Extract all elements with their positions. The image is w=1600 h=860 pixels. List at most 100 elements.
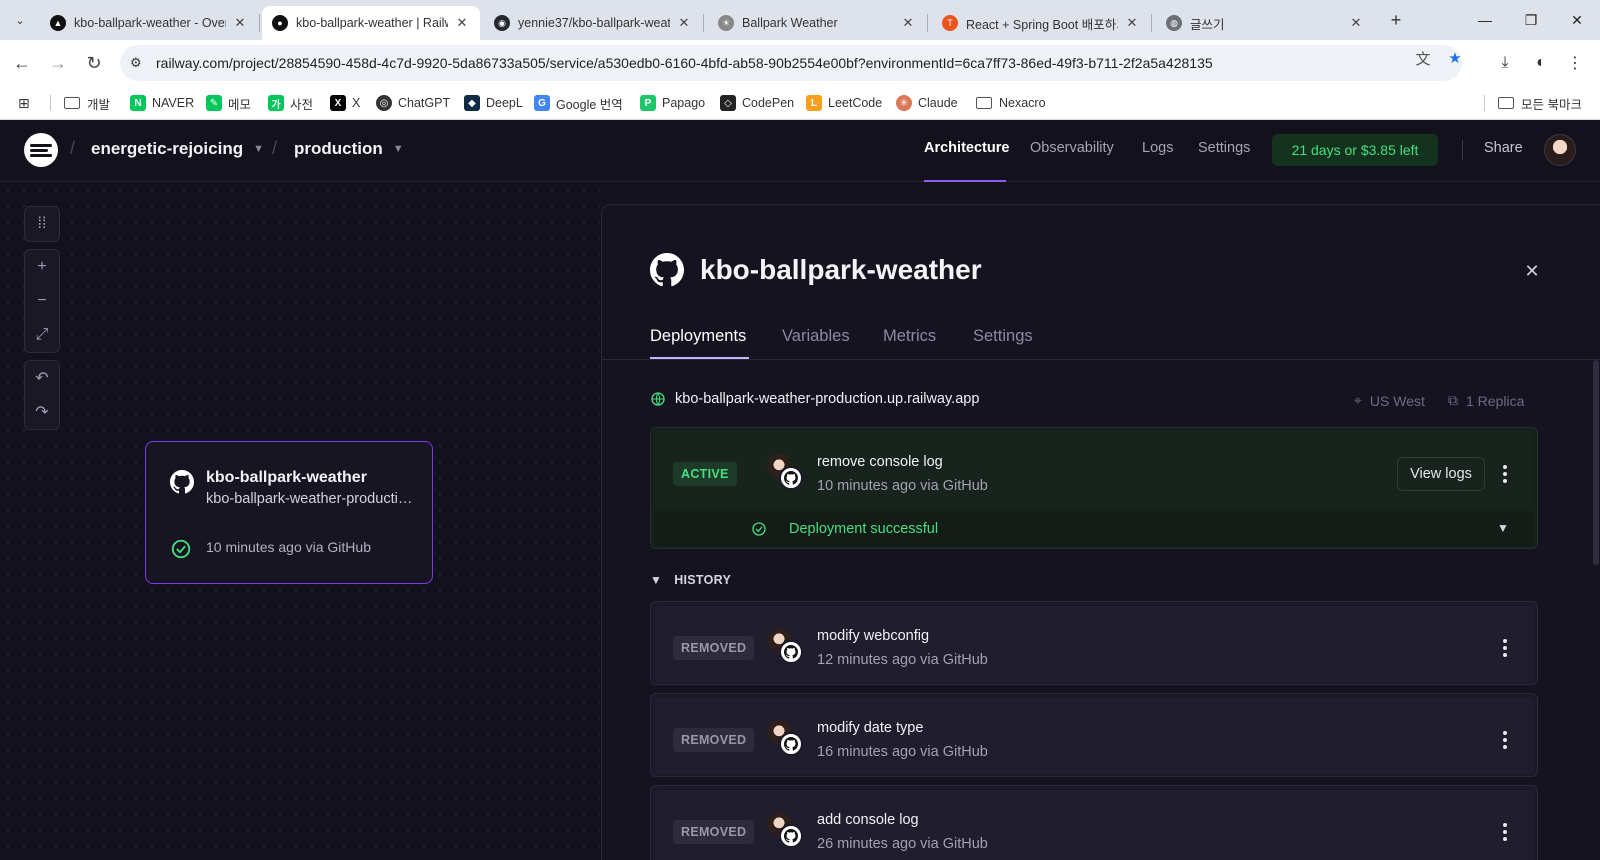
more-options-icon[interactable]	[1495, 460, 1515, 488]
bookmark-x[interactable]: XX	[330, 93, 360, 113]
github-icon	[779, 466, 803, 490]
active-deployment-card[interactable]: ACTIVE remove console log 10 minutes ago…	[650, 427, 1538, 549]
github-icon	[779, 640, 803, 664]
apps-grid-icon[interactable]: ⊞	[18, 93, 30, 113]
google-translate-icon: G	[534, 95, 550, 111]
railway-icon: ●	[272, 15, 288, 31]
forward-arrow-icon[interactable]: →	[45, 50, 71, 76]
history-deployment-card[interactable]: REMOVED modify date type 16 minutes ago …	[650, 693, 1538, 777]
bookmark-dev[interactable]: 개발	[64, 93, 110, 113]
all-bookmarks[interactable]: 모든 북마크	[1498, 93, 1582, 113]
commit-time: 16 minutes ago via GitHub	[817, 744, 988, 760]
reload-icon[interactable]: ↻	[81, 50, 107, 76]
site-settings-icon[interactable]: ⚙	[130, 55, 150, 71]
project-name: energetic-rejoicing	[91, 139, 244, 158]
bookmark-separator	[1484, 95, 1485, 111]
address-bar[interactable]: ⚙	[120, 45, 1462, 81]
back-arrow-icon[interactable]: ←	[9, 50, 35, 76]
grid-dots-icon[interactable]: ⁞⁞	[25, 207, 59, 241]
close-tab-icon[interactable]: ✕	[232, 15, 248, 31]
location-pin-icon: ⌖	[1354, 392, 1362, 408]
tab-search-chevron-icon[interactable]: ⌄	[8, 8, 32, 32]
service-card[interactable]: kbo-ballpark-weather kbo-ballpark-weathe…	[145, 441, 433, 584]
translate-icon[interactable]: 文	[1412, 47, 1434, 69]
history-deployment-card[interactable]: REMOVED modify webconfig 12 minutes ago …	[650, 601, 1538, 685]
bookmark-star-icon[interactable]: ★	[1444, 47, 1466, 69]
minimize-icon[interactable]: —	[1462, 0, 1508, 40]
bookmark-claude[interactable]: ✳ Claude	[896, 93, 958, 113]
undo-icon[interactable]: ↶	[25, 361, 59, 395]
tab-metrics[interactable]: Metrics	[883, 327, 936, 346]
deployment-status-row[interactable]: Deployment successful ▼	[655, 512, 1533, 546]
bookmark-nexacro[interactable]: Nexacro	[976, 93, 1046, 113]
zoom-in-icon[interactable]: +	[25, 250, 59, 284]
history-deployment-card[interactable]: REMOVED add console log 26 minutes ago v…	[650, 785, 1538, 860]
bookmark-memo[interactable]: ✎ 메모	[206, 93, 251, 113]
bookmark-dictionary[interactable]: 가 사전	[268, 93, 313, 113]
history-toggle[interactable]: ▼ HISTORY	[650, 573, 731, 587]
restore-icon[interactable]: ❐	[1508, 0, 1554, 40]
bookmark-label: Claude	[918, 96, 958, 110]
browser-tab-1[interactable]: ▲ kbo-ballpark-weather - Overview ✕	[40, 6, 258, 40]
browser-tab-6[interactable]: ◍ 글쓰기 ✕	[1156, 6, 1374, 40]
profile-icon[interactable]: ◐	[1528, 50, 1554, 76]
close-tab-icon[interactable]: ✕	[454, 15, 470, 31]
bookmark-papago[interactable]: P Papago	[640, 93, 705, 113]
service-detail-panel: kbo-ballpark-weather ✕ Deployments Varia…	[601, 204, 1600, 860]
service-domain-link[interactable]: kbo-ballpark-weather-production.up.railw…	[650, 391, 979, 407]
close-tab-icon[interactable]: ✕	[1124, 15, 1140, 31]
browser-tab-5[interactable]: T React + Spring Boot 배포하기 ✕	[932, 6, 1150, 40]
bookmark-deepl[interactable]: ◆ DeepL	[464, 93, 523, 113]
service-domain: kbo-ballpark-weather-production.up.railw…	[206, 491, 416, 507]
bookmark-leetcode[interactable]: L LeetCode	[806, 93, 882, 113]
download-icon[interactable]: ⤓	[1492, 50, 1518, 76]
browser-tab-3[interactable]: ◉ yennie37/kbo-ballpark-weather ✕	[484, 6, 702, 40]
new-tab-plus-icon[interactable]: +	[1384, 8, 1408, 32]
browser-tab-2[interactable]: ● kbo-ballpark-weather | Railway ✕	[262, 6, 480, 40]
tab-deployments[interactable]: Deployments	[650, 327, 746, 346]
zoom-out-icon[interactable]: −	[25, 284, 59, 318]
tabs-divider	[602, 359, 1600, 360]
app-header: / energetic-rejoicing ▼ / production ▼ A…	[0, 120, 1600, 182]
url-input[interactable]	[156, 55, 1386, 71]
more-options-icon[interactable]	[1495, 634, 1515, 662]
github-icon: ◉	[494, 15, 510, 31]
tab-variables[interactable]: Variables	[782, 327, 850, 346]
bookmark-google-translate[interactable]: G Google 번역	[534, 93, 623, 113]
tab-settings[interactable]: Settings	[973, 327, 1033, 346]
user-avatar[interactable]	[1544, 134, 1576, 166]
panel-scrollbar[interactable]	[1593, 360, 1599, 565]
trial-badge[interactable]: 21 days or $3.85 left	[1272, 134, 1438, 166]
share-button[interactable]: Share	[1484, 140, 1523, 156]
bookmark-naver[interactable]: N NAVER	[130, 93, 194, 113]
bookmark-chatgpt[interactable]: ◎ ChatGPT	[376, 93, 450, 113]
commit-time: 10 minutes ago via GitHub	[817, 478, 988, 494]
browser-tab-4[interactable]: ☀ Ballpark Weather ✕	[708, 6, 926, 40]
bookmark-codepen[interactable]: ◇ CodePen	[720, 93, 794, 113]
close-tab-icon[interactable]: ✕	[676, 15, 692, 31]
x-icon: X	[330, 95, 346, 111]
chevron-down-icon[interactable]: ▼	[1497, 521, 1509, 535]
window-close-icon[interactable]: ✕	[1554, 0, 1600, 40]
nav-architecture[interactable]: Architecture	[924, 140, 1009, 156]
menu-kebab-icon[interactable]: ⋮	[1562, 50, 1588, 76]
railway-logo-icon[interactable]	[24, 133, 58, 167]
close-tab-icon[interactable]: ✕	[1348, 15, 1364, 31]
project-selector[interactable]: energetic-rejoicing ▼	[91, 139, 264, 159]
nav-logs[interactable]: Logs	[1142, 140, 1173, 156]
environment-selector[interactable]: production ▼	[294, 139, 404, 159]
nav-settings[interactable]: Settings	[1198, 140, 1250, 156]
close-tab-icon[interactable]: ✕	[900, 15, 916, 31]
fit-view-icon[interactable]: ⤢	[25, 318, 59, 352]
view-logs-button[interactable]: View logs	[1397, 457, 1485, 491]
nav-observability[interactable]: Observability	[1030, 140, 1114, 156]
close-panel-icon[interactable]: ✕	[1522, 261, 1542, 281]
more-options-icon[interactable]	[1495, 726, 1515, 754]
tab-title: 글쓰기	[1190, 17, 1225, 32]
redo-icon[interactable]: ↷	[25, 395, 59, 429]
tab-title: kbo-ballpark-weather - Overview	[74, 16, 226, 30]
canvas-grid-toolgroup: ⁞⁞	[24, 206, 60, 242]
bookmark-label: X	[352, 96, 361, 110]
header-divider	[1462, 140, 1463, 160]
more-options-icon[interactable]	[1495, 818, 1515, 846]
